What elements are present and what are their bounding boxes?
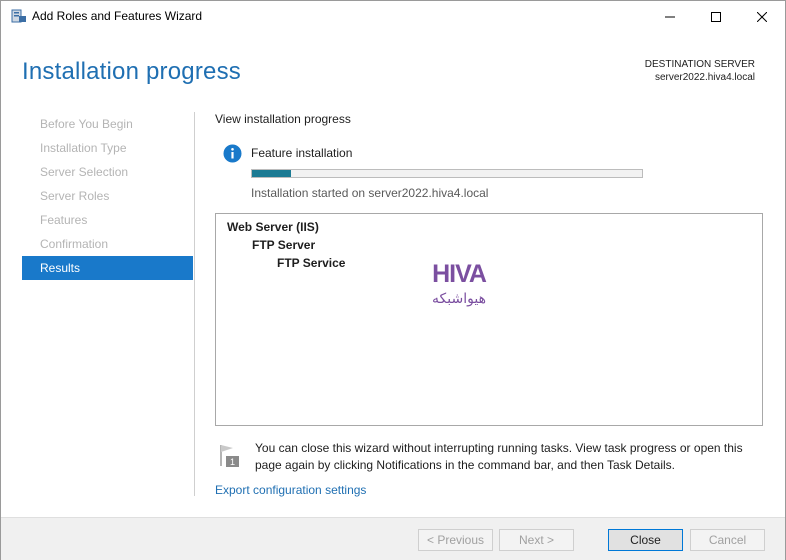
installation-status: Installation started on server2022.hiva4… — [251, 186, 489, 200]
close-wizard-note: You can close this wizard without interr… — [255, 441, 743, 472]
installation-progress-bar — [251, 169, 643, 178]
page-title: Installation progress — [22, 58, 241, 85]
previous-button[interactable]: < Previous — [418, 529, 493, 551]
result-item-web-server: Web Server (IIS) — [227, 220, 319, 234]
destination-server: DESTINATION SERVER server2022.hiva4.loca… — [645, 58, 755, 84]
feature-installation-label: Feature installation — [251, 146, 353, 160]
progress-fill — [252, 170, 291, 177]
maximize-button[interactable] — [693, 1, 739, 32]
maximize-icon — [711, 11, 721, 22]
nav-item-confirmation: Confirmation — [40, 237, 109, 251]
cancel-button[interactable]: Cancel — [690, 529, 765, 551]
result-item-ftp-server: FTP Server — [252, 238, 316, 252]
wizard-footer: < Previous Next > Close Cancel — [1, 517, 785, 560]
next-button[interactable]: Next > — [499, 529, 574, 551]
server-manager-icon — [11, 9, 27, 23]
close-icon — [757, 11, 767, 22]
nav-divider — [194, 112, 195, 496]
nav-item-server-roles: Server Roles — [40, 189, 110, 203]
svg-text:HIVA: HIVA — [432, 260, 487, 288]
window-title: Add Roles and Features Wizard — [32, 9, 203, 23]
minimize-button[interactable] — [647, 1, 693, 32]
section-heading: View installation progress — [215, 112, 351, 126]
export-configuration-link[interactable]: Export configuration settings — [215, 483, 366, 497]
svg-text:1: 1 — [230, 457, 235, 467]
info-icon — [223, 144, 242, 163]
wizard-nav: Before You Begin Installation Type Serve… — [22, 112, 193, 280]
notification-flag-icon: 1 — [219, 444, 241, 468]
hiva-logo: HIVA هیواشبکه — [432, 260, 488, 307]
minimize-icon — [665, 16, 675, 17]
nav-item-before-you-begin: Before You Begin — [40, 117, 133, 131]
nav-item-results[interactable]: Results — [22, 256, 193, 280]
wizard-window: Add Roles and Features Wizard Installati… — [0, 0, 786, 560]
close-window-button[interactable] — [739, 1, 785, 32]
nav-item-features: Features — [40, 213, 88, 227]
destination-server-name: server2022.hiva4.local — [654, 72, 755, 83]
nav-item-installation-type: Installation Type — [40, 141, 127, 155]
close-button[interactable]: Close — [608, 529, 683, 551]
results-list[interactable]: Web Server (IIS) FTP Server FTP Service … — [215, 213, 763, 426]
result-item-ftp-service: FTP Service — [277, 256, 346, 270]
title-bar: Add Roles and Features Wizard — [1, 1, 785, 32]
nav-item-server-selection: Server Selection — [40, 165, 129, 179]
svg-text:هیواشبکه: هیواشبکه — [432, 291, 486, 307]
destination-label: DESTINATION SERVER — [644, 59, 755, 70]
